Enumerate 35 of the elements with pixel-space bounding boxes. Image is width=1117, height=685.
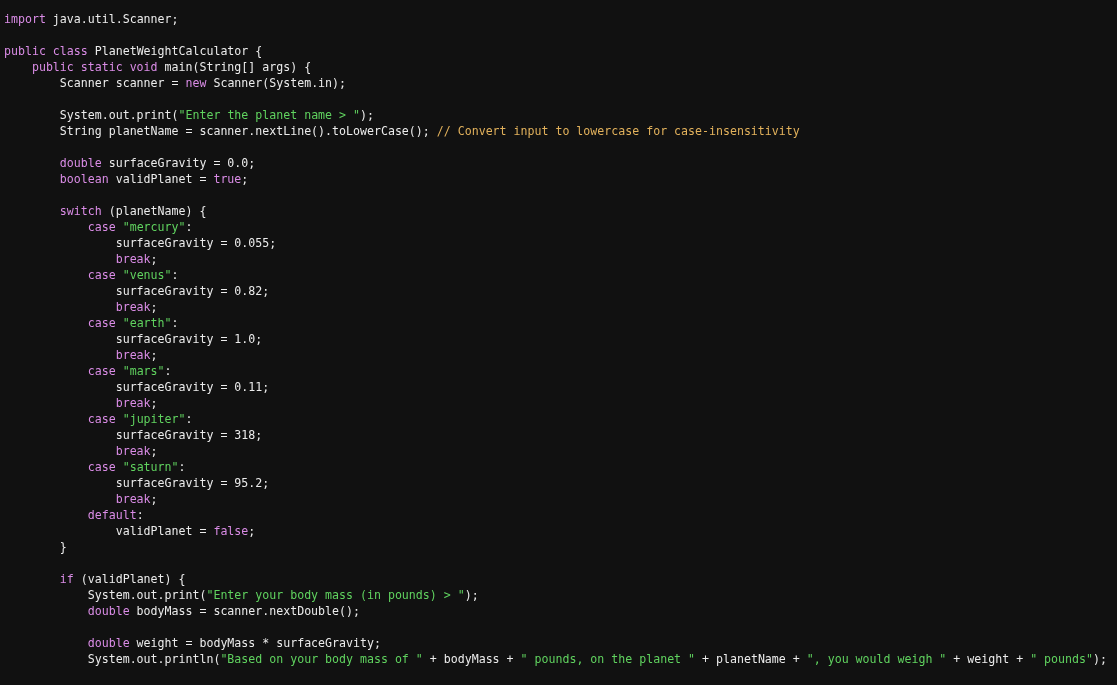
code-line: case "jupiter": — [86, 411, 193, 427]
code-line: System.out.print("Enter the planet name > "); — [58, 107, 374, 123]
code-line: double bodyMass = scanner.nextDouble(); — [86, 603, 360, 619]
code-line: surfaceGravity = 0.82; — [114, 283, 270, 299]
code-line: surfaceGravity = 0.055; — [114, 235, 277, 251]
code-line: double surfaceGravity = 0.0; — [58, 155, 256, 171]
code-line: public static void main(String[] args) { — [30, 59, 312, 75]
code-line: surfaceGravity = 318; — [114, 427, 263, 443]
code-line: break; — [114, 395, 158, 411]
code-line: switch (planetName) { — [58, 203, 207, 219]
code-line: surfaceGravity = 0.11; — [114, 379, 270, 395]
code-line: System.out.println("Based on your body mass of " + bodyMass + " pounds, on the planet " + planetName + ", you would weigh " + weight + " pounds"); — [86, 651, 1107, 667]
code-line: case "venus": — [86, 267, 179, 283]
code-line: System.out.print("Enter your body mass (in pounds) > "); — [86, 587, 479, 603]
code-line: validPlanet = false; — [114, 523, 256, 539]
code-line: } — [58, 539, 67, 555]
code-line: default: — [86, 507, 144, 523]
code-line: surfaceGravity = 1.0; — [114, 331, 263, 347]
code-line: case "mars": — [86, 363, 172, 379]
code-line: case "earth": — [86, 315, 179, 331]
code-line: surfaceGravity = 95.2; — [114, 475, 270, 491]
code-line: if (validPlanet) { — [58, 571, 186, 587]
code-line: break; — [114, 443, 158, 459]
code-line: Scanner scanner = new Scanner(System.in); — [58, 75, 347, 91]
code-line: import java.util.Scanner; — [4, 11, 179, 27]
code-line: break; — [114, 491, 158, 507]
code-line: case "mercury": — [86, 219, 193, 235]
code-line: boolean validPlanet = true; — [58, 171, 249, 187]
code-line: String planetName = scanner.nextLine().toLowerCase(); // Convert input to lowercase for case-insensitivity — [58, 123, 800, 139]
code-line: break; — [114, 347, 158, 363]
code-line: break; — [114, 299, 158, 315]
code-line: break; — [114, 251, 158, 267]
code-line: public class PlanetWeightCalculator { — [4, 43, 263, 59]
code-line: double weight = bodyMass * surfaceGravity; — [86, 635, 381, 651]
code-line: case "saturn": — [86, 459, 186, 475]
